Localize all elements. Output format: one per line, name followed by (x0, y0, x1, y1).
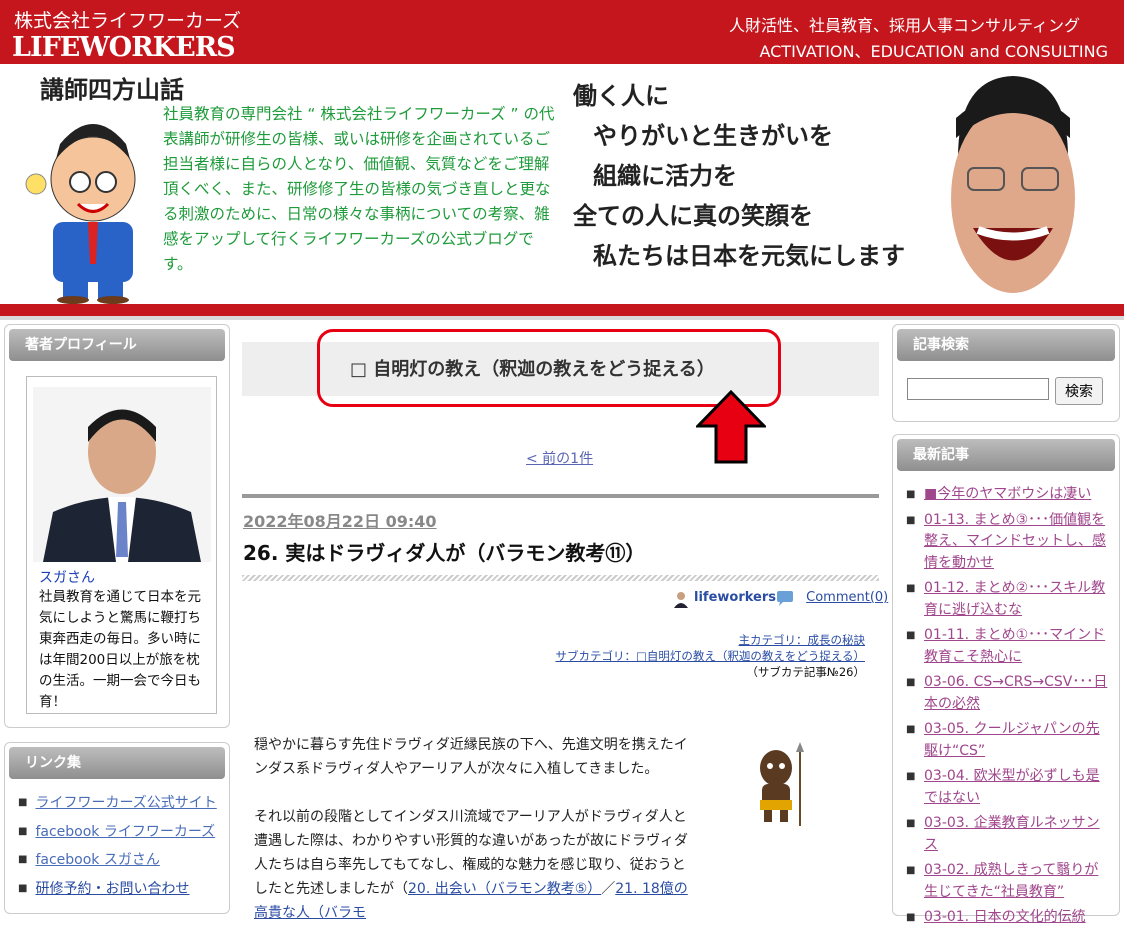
cartoon-lecturer-icon (25, 124, 136, 304)
slogan-line: やりがいと生きがいを (593, 121, 833, 150)
site-header: 株式会社ライフワーカーズ LIFEWORKERS 人財活性、社員教育、採用人事コ… (0, 0, 1124, 64)
tagline-jp: 人財活性、社員教育、採用人事コンサルティング (728, 16, 1080, 35)
recent-post-item[interactable]: 01-13. まとめ③･･･価値観を整え、マインドセットし、感情を動かせ (906, 510, 1112, 575)
post-separator (242, 494, 879, 498)
recent-post-item[interactable]: 01-11. まとめ①･･･マインド教育こそ熱心に (906, 625, 1112, 668)
recent-post-link[interactable]: 03-06. CS→CRS→CSV･･･日本の必然 (924, 674, 1107, 712)
title-underline (242, 575, 879, 581)
recent-post-item[interactable]: 03-05. クールジャパンの先駆け“CS” (906, 719, 1112, 762)
previous-post-link[interactable]: < 前の1件 (526, 448, 593, 468)
comment-bubble-icon (777, 591, 793, 606)
link-item[interactable]: facebook スガさん (18, 847, 217, 876)
recent-post-item[interactable]: 01-12. まとめ②･･･スキル教育に逃げ込むな (906, 578, 1112, 621)
slogan-line: 働く人に (573, 81, 669, 110)
author-photo-icon (33, 387, 211, 562)
company-slogan: 働く人に やりがいと生きがいを 組織に活力を 全ての人に真の笑顔を 私たちは日本… (573, 76, 905, 276)
post-paragraph: 穏やかに暮らす先住ドラヴィダ近縁民族の下へ、先進文明を携えたインダス系ドラヴィダ… (254, 737, 688, 777)
link-item[interactable]: ライフワーカーズ公式サイト (18, 790, 216, 819)
post-meta: lifeworkers Comment(0) (672, 590, 888, 608)
post-inline-link[interactable]: 20. 出会い（バラモン教考⑤） (408, 881, 601, 897)
recent-post-item[interactable]: 03-01. 日本の文化的伝統 (906, 907, 1112, 929)
slogan-line: 組織に活力を (593, 161, 737, 190)
link-separator: ／ (601, 881, 616, 897)
author-avatar-icon (674, 592, 688, 608)
author-bio: 社員教育を通じて日本を元気にしようと驚馬に鞭打ち東奔西走の毎日。多い時には年間2… (39, 589, 201, 710)
lecturer-photo-face-icon (951, 76, 1075, 293)
sub-category-link[interactable]: サブカテゴリ：□自明灯の教え（釈迦の教えをどう捉える） (555, 648, 865, 664)
post-title[interactable]: 26. 実はドラヴィダ人が（バラモン教考⑪） (243, 537, 645, 566)
recent-post-item[interactable]: ■今年のヤマボウシは凄い (906, 484, 1112, 506)
sub-category-count: （サブカテ記事№26） (746, 665, 865, 679)
recent-post-link[interactable]: 03-01. 日本の文化的伝統 (924, 909, 1086, 925)
post-author[interactable]: lifeworkers (694, 590, 776, 605)
post-categories: 主カテゴリ：成長の秘訣 サブカテゴリ：□自明灯の教え（釈迦の教えをどう捉える） … (555, 632, 865, 680)
recent-post-link[interactable]: 03-03. 企業教育ルネッサンス (924, 815, 1100, 853)
link-item[interactable]: facebook ライフワーカーズ (18, 819, 217, 848)
recent-post-link[interactable]: ■今年のヤマボウシは凄い (924, 486, 1091, 502)
company-logo-text[interactable]: LIFEWORKERS (12, 32, 236, 63)
links-heading: リンク集 (9, 747, 225, 779)
recent-post-item[interactable]: 03-06. CS→CRS→CSV･･･日本の必然 (906, 672, 1112, 715)
company-name-jp[interactable]: 株式会社ライフワーカーズ (14, 6, 241, 33)
search-widget: 記事検索 (892, 324, 1120, 422)
link-official-site[interactable]: ライフワーカーズ公式サイト (35, 795, 216, 811)
recent-post-link[interactable]: 01-12. まとめ②･･･スキル教育に逃げ込むな (924, 580, 1105, 618)
post-body: 穏やかに暮らす先住ドラヴィダ近縁民族の下へ、先進文明を携えたインダス系ドラヴィダ… (254, 733, 694, 949)
recent-post-item[interactable]: 03-03. 企業教育ルネッサンス (906, 813, 1112, 856)
recent-post-link[interactable]: 03-05. クールジャパンの先駆け“CS” (924, 721, 1100, 759)
author-name: スガさん (39, 570, 95, 586)
tagline-en: ACTIVATION、EDUCATION and CONSULTING (759, 42, 1108, 61)
main-category-link[interactable]: 主カテゴリ：成長の秘訣 (555, 632, 866, 648)
recent-posts-list: ■今年のヤマボウシは凄い 01-13. まとめ③･･･価値観を整え、マインドセッ… (906, 484, 1112, 933)
search-button[interactable]: 検索 (1055, 377, 1103, 405)
slogan-line: 私たちは日本を元気にします (593, 241, 905, 270)
search-heading: 記事検索 (897, 329, 1115, 361)
recent-post-link[interactable]: 01-11. まとめ①･･･マインド教育こそ熱心に (924, 627, 1105, 665)
header-red-rule (0, 304, 1124, 316)
native-warrior-illustration-icon (760, 742, 804, 826)
blog-description: 社員教育の専門会社 “ 株式会社ライフワーカーズ ” の代表講師が研修生の皆様、… (163, 105, 555, 273)
blog-title: 講師四方山話 (40, 75, 184, 104)
comment-link[interactable]: Comment(0) (806, 590, 888, 605)
link-facebook-suga[interactable]: facebook スガさん (35, 852, 159, 868)
recent-post-item[interactable]: 03-04. 欧米型が必ずしも是ではない (906, 766, 1112, 809)
recent-post-link[interactable]: 03-04. 欧米型が必ずしも是ではない (924, 768, 1100, 806)
header-gray-rule (0, 316, 1124, 320)
post-date: 2022年08月22日 09:40 (243, 512, 437, 531)
recent-post-item[interactable]: 03-02. 成熟しきって翳りが生じてきた“社員教育” (906, 860, 1112, 903)
post-paragraph: それ以前の段階としてインダス川流域でアーリア人がドラヴィダ人と遭遇した際は、わか… (254, 805, 694, 925)
blog-banner: 講師四方山話 社員教育の専門会社 “ 株式会社ライフワーカーズ ” の代表講師が… (0, 64, 1124, 304)
links-list: ライフワーカーズ公式サイト facebook ライフワーカーズ facebook… (18, 790, 217, 905)
recent-posts-heading: 最新記事 (897, 439, 1115, 471)
profile-card: スガさん 社員教育を通じて日本を元気にしようと驚馬に鞭打ち東奔西走の毎日。多い時… (26, 376, 217, 714)
search-input[interactable] (907, 378, 1049, 400)
recent-post-link[interactable]: 01-13. まとめ③･･･価値観を整え、マインドセットし、感情を動かせ (924, 512, 1106, 571)
profile-heading: 著者プロフィール (9, 329, 225, 361)
slogan-line: 全ての人に真の笑顔を (573, 201, 813, 230)
link-facebook-lifeworkers[interactable]: facebook ライフワーカーズ (35, 824, 215, 840)
link-contact[interactable]: 研修予約・お問い合わせ (35, 881, 189, 897)
annotation-arrow-icon (696, 390, 766, 464)
recent-post-link[interactable]: 03-02. 成熟しきって翳りが生じてきた“社員教育” (924, 862, 1098, 900)
